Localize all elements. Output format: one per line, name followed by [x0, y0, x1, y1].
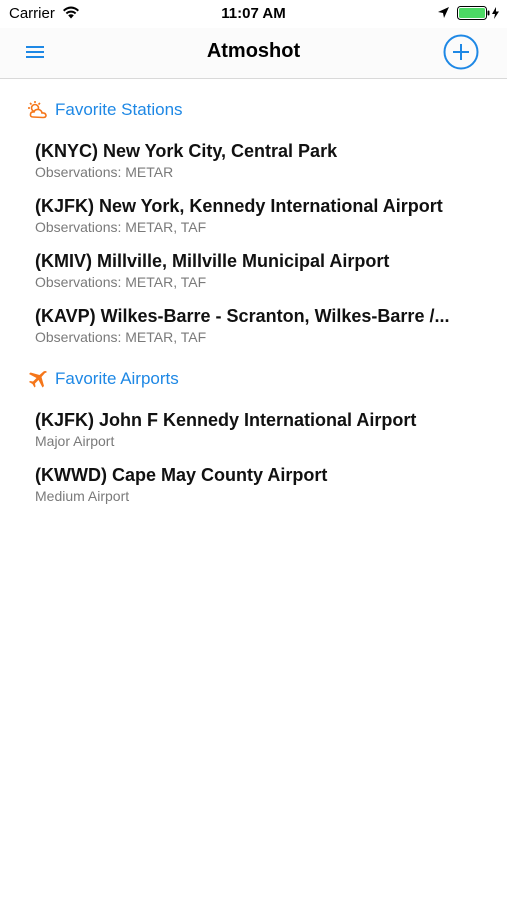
battery-icon [457, 6, 499, 20]
cloud-sun-icon [28, 101, 47, 119]
page-title: Atmoshot [206, 40, 301, 62]
airport-type: Major Airport [35, 433, 115, 449]
station-name: (KAVP) Wilkes-Barre - Scranton, Wilkes-B… [35, 306, 450, 326]
navigation-bar: Atmoshot [0, 28, 507, 79]
add-button[interactable] [443, 34, 479, 70]
station-row[interactable]: (KNYC) New York City, Central Park Obser… [35, 141, 485, 187]
airport-type: Medium Airport [35, 488, 130, 504]
favorite-stations-header: Favorite Stations [27, 98, 183, 122]
status-bar: Carrier 11:07 AM [0, 0, 507, 28]
station-name: (KNYC) New York City, Central Park [35, 141, 338, 161]
airport-name: (KJFK) John F Kennedy International Airp… [35, 410, 417, 430]
station-observations: Observations: METAR, TAF [35, 329, 207, 345]
airplane-icon [29, 371, 47, 388]
station-name: (KJFK) New York, Kennedy International A… [35, 196, 443, 216]
airport-row[interactable]: (KJFK) John F Kennedy International Airp… [35, 410, 485, 456]
station-observations: Observations: METAR, TAF [35, 219, 207, 235]
station-row[interactable]: (KMIV) Millville, Millville Municipal Ai… [35, 251, 485, 297]
favorite-airports-header: Favorite Airports [27, 367, 179, 391]
section-title: Favorite Stations [55, 100, 183, 119]
location-arrow-icon [438, 7, 449, 18]
station-row[interactable]: (KAVP) Wilkes-Barre - Scranton, Wilkes-B… [35, 306, 485, 352]
airport-row[interactable]: (KWWD) Cape May County Airport Medium Ai… [35, 465, 485, 511]
clock-time: 11:07 AM [221, 5, 286, 22]
station-observations: Observations: METAR [35, 164, 174, 180]
station-observations: Observations: METAR, TAF [35, 274, 207, 290]
station-name: (KMIV) Millville, Millville Municipal Ai… [35, 251, 390, 271]
section-title: Favorite Airports [55, 369, 179, 388]
airport-name: (KWWD) Cape May County Airport [35, 465, 328, 485]
app-screen: Carrier 11:07 AM Atmoshot Favorite Stati… [0, 0, 507, 900]
station-row[interactable]: (KJFK) New York, Kennedy International A… [35, 196, 485, 242]
